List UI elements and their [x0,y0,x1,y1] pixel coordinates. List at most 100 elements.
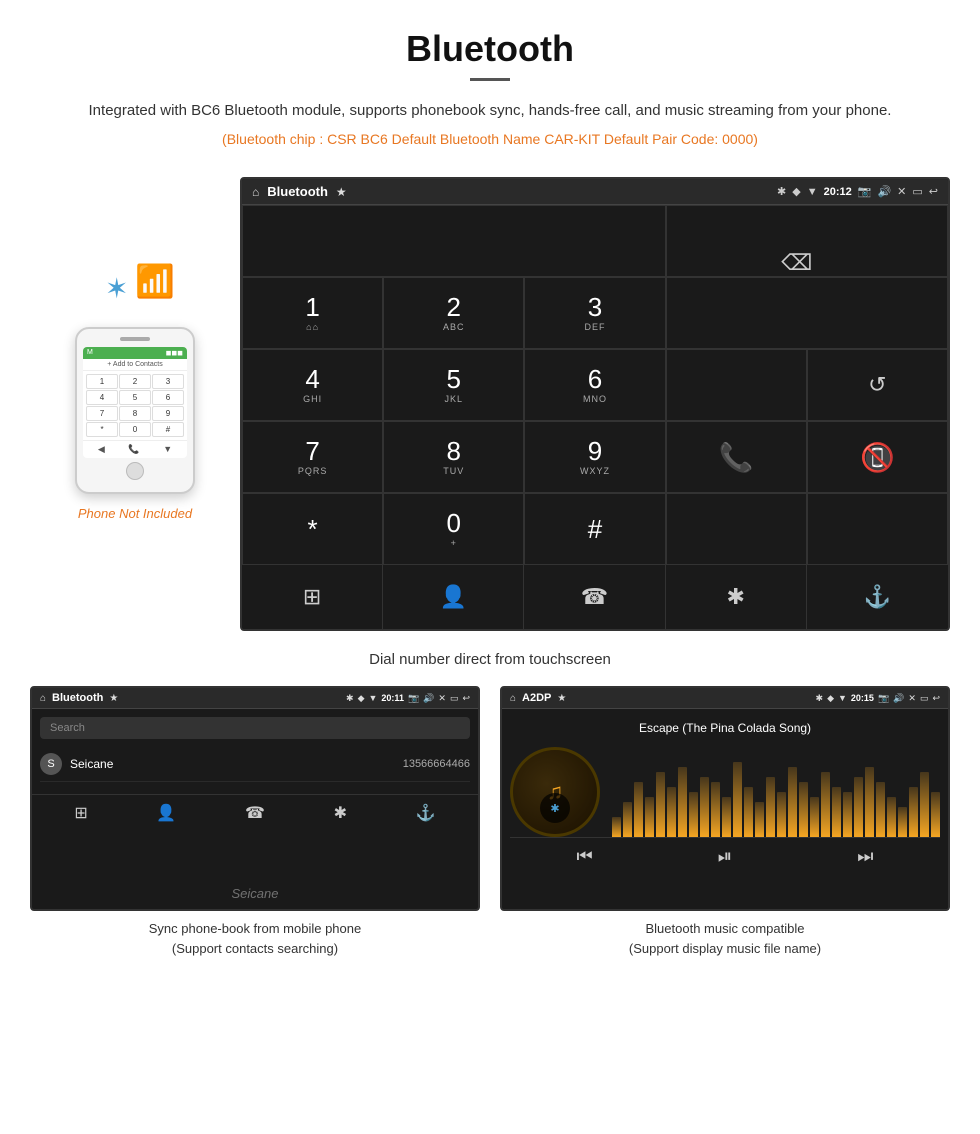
contacts-grid-icon[interactable]: ⊞ [74,803,87,823]
redial-icon: ↺ [868,372,886,398]
music-back-icon[interactable]: ↩ [932,693,940,704]
phone-not-included-label: Phone Not Included [78,506,192,521]
contacts-loc-icon: ◆ [358,693,365,704]
bottom-grid-icon[interactable]: ⊞ [242,565,383,629]
phone-key-8[interactable]: 8 [119,406,151,421]
volume-icon: 🔊 [877,185,891,198]
dialer-end-call-button[interactable]: 📵 [807,421,948,493]
search-placeholder: Search [50,722,85,734]
dialer-key-3[interactable]: 3 DEF [524,277,665,349]
music-x-icon: ✕ [908,693,916,704]
bottom-person-icon[interactable]: 👤 [383,565,524,629]
music-next-icon[interactable]: ⏭ [857,846,873,867]
phone-key-6[interactable]: 6 [152,390,184,405]
music-home-icon[interactable]: ⌂ [510,693,516,704]
contact-name: Seicane [70,757,403,771]
status-right: ✱ ◆ ▼ 20:12 📷 🔊 ✕ ▭ ↩ [777,185,938,198]
dialer-key-2[interactable]: 2 ABC [383,277,524,349]
phone-mockup: M◼◼◼ + Add to Contacts 1 2 3 4 5 6 7 8 9… [75,327,195,494]
phone-key-5[interactable]: 5 [119,390,151,405]
bottom-bluetooth-icon[interactable]: ✱ [666,565,807,629]
contacts-status-bar: ⌂ Bluetooth ★ ✱ ◆ ▼ 20:11 📷 🔊 ✕ ▭ ↩ [32,688,478,709]
phone-call-icon[interactable]: 📞 [128,444,139,455]
contacts-title: Bluetooth [52,692,103,704]
contacts-body: Search S Seicane 13566664466 [32,709,478,790]
backspace-icon[interactable]: ⌫ [781,250,812,276]
usb-icon: ★ [336,185,347,199]
signal-icon: ▼ [807,186,818,198]
contacts-search-bar[interactable]: Search [40,717,470,739]
phone-key-0[interactable]: 0 [119,422,151,437]
contacts-cam-icon: 📷 [408,693,419,704]
music-cam-icon: 📷 [878,693,889,704]
dialer-key-6[interactable]: 6 MNO [524,349,665,421]
dialer-redial[interactable]: ↺ [807,349,948,421]
dialer-call-button[interactable]: 📞 [666,421,807,493]
contact-row[interactable]: S Seicane 13566664466 [40,747,470,782]
contacts-bt-btn-icon[interactable]: ✱ [334,803,347,823]
dialer-key-5[interactable]: 5 JKL [383,349,524,421]
contacts-bt-icon: ✱ [346,693,354,704]
contacts-home-icon[interactable]: ⌂ [40,693,46,704]
signal-arc-icon: 📶 [135,262,175,300]
page-specs: (Bluetooth chip : CSR BC6 Default Blueto… [60,131,920,147]
bottom-phone-icon[interactable]: ☎ [524,565,665,629]
music-bluetooth-overlay: ✱ [540,793,570,823]
music-body: Escape (The Pina Colada Song) ♫ ✱ ⏮ [502,709,948,909]
dialer-key-hash[interactable]: # [524,493,665,565]
contacts-back-icon[interactable]: ↩ [462,693,470,704]
dialer-backspace-cell[interactable]: ⌫ [666,205,948,277]
dialer-empty-4 [807,493,948,565]
music-prev-icon[interactable]: ⏮ [577,846,593,867]
dial-caption: Dial number direct from touchscreen [0,641,980,686]
music-controls: ⏮ ⏯ ⏭ [510,837,940,871]
phone-key-7[interactable]: 7 [86,406,118,421]
dialer-grid: ⌫ 1 ⌂⌂ 2 ABC 3 DEF 4 GHI 5 [242,205,948,629]
contacts-screen: ⌂ Bluetooth ★ ✱ ◆ ▼ 20:11 📷 🔊 ✕ ▭ ↩ [30,686,480,911]
contacts-phone-icon[interactable]: ☎ [245,803,265,823]
music-visualizer [612,747,940,837]
contacts-status-right: ✱ ◆ ▼ 20:11 📷 🔊 ✕ ▭ ↩ [346,693,470,704]
dialer-key-star[interactable]: * [242,493,383,565]
dialer-title: Bluetooth [267,184,328,199]
phone-key-2[interactable]: 2 [119,374,151,389]
contacts-time: 20:11 [381,693,404,703]
contacts-person-icon[interactable]: 👤 [156,803,176,823]
location-icon: ◆ [792,185,800,198]
dialer-key-4[interactable]: 4 GHI [242,349,383,421]
phone-key-3[interactable]: 3 [152,374,184,389]
contacts-x-icon: ✕ [438,693,446,704]
contacts-usb-icon: ★ [109,693,118,704]
dialer-empty-1 [666,277,948,349]
dialer-empty-3 [666,493,807,565]
music-status-bar: ⌂ A2DP ★ ✱ ◆ ▼ 20:15 📷 🔊 ✕ ▭ ↩ [502,688,948,709]
bottom-link-icon[interactable]: ⚓ [807,565,948,629]
call-red-icon: 📵 [860,441,895,474]
home-icon[interactable]: ⌂ [252,185,259,199]
phone-key-star[interactable]: * [86,422,118,437]
page-description: Integrated with BC6 Bluetooth module, su… [60,99,920,123]
dialer-key-7[interactable]: 7 PQRS [242,421,383,493]
dialer-key-8[interactable]: 8 TUV [383,421,524,493]
status-left: ⌂ Bluetooth ★ [252,184,347,199]
phone-container: ✶ 📶 M◼◼◼ + Add to Contacts 1 2 3 4 5 6 7… [30,177,240,521]
phone-key-1[interactable]: 1 [86,374,118,389]
dialer-key-9[interactable]: 9 WXYZ [524,421,665,493]
back-icon[interactable]: ↩ [929,185,938,198]
dialer-empty-2 [666,349,807,421]
phone-home-button[interactable] [126,462,144,480]
music-play-pause-icon[interactable]: ⏯ [718,846,732,867]
phone-key-hash[interactable]: # [152,422,184,437]
seicane-watermark: Seicane [232,886,279,901]
title-underline [470,78,510,81]
contacts-screenshot: ⌂ Bluetooth ★ ✱ ◆ ▼ 20:11 📷 🔊 ✕ ▭ ↩ [30,686,480,958]
contacts-link-icon[interactable]: ⚓ [416,803,436,823]
phone-key-9[interactable]: 9 [152,406,184,421]
phone-bottom-bar: ◀ 📞 ▼ [83,440,187,458]
contacts-win-icon: ▭ [450,693,459,704]
dialer-key-1[interactable]: 1 ⌂⌂ [242,277,383,349]
dialer-key-0[interactable]: 0 + [383,493,524,565]
contacts-bottom-bar: ⊞ 👤 ☎ ✱ ⚓ [32,794,478,831]
music-title: A2DP [522,692,551,704]
phone-key-4[interactable]: 4 [86,390,118,405]
